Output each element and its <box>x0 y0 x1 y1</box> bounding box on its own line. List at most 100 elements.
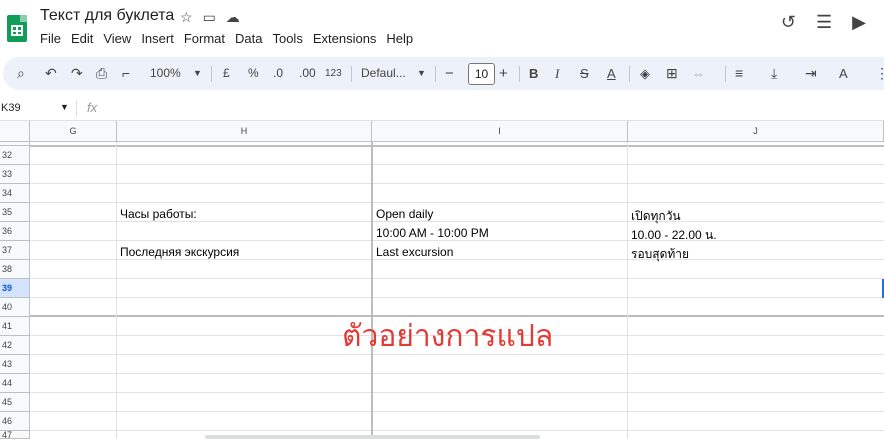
row-header-34[interactable]: 34 <box>0 184 30 203</box>
italic-icon[interactable]: I <box>555 57 559 90</box>
grid-row-34[interactable] <box>30 184 884 203</box>
text-rotation-icon[interactable]: A <box>839 57 848 90</box>
menu-data[interactable]: Data <box>235 31 262 46</box>
cell-j37[interactable]: รอบสุดท้าย <box>631 245 689 264</box>
column-header-g[interactable]: G <box>30 121 117 142</box>
header-right-actions: ↺ ☰ ▶ <box>781 12 866 33</box>
row-header-35[interactable]: 35 <box>0 203 30 222</box>
font-select[interactable]: Defaul... <box>361 57 406 90</box>
row-header-38[interactable]: 38 <box>0 260 30 279</box>
decrease-decimal-button[interactable]: .0 <box>273 57 283 90</box>
row-header-41[interactable]: 41 <box>0 317 30 336</box>
star-icon[interactable]: ☆ <box>180 9 193 26</box>
grid-row-33[interactable] <box>30 165 884 184</box>
meet-icon[interactable]: ▶ <box>852 12 866 33</box>
function-icon: fx <box>87 100 98 115</box>
row-header-44[interactable]: 44 <box>0 374 30 393</box>
menu-format[interactable]: Format <box>184 31 225 46</box>
column-header-h[interactable]: H <box>117 121 372 142</box>
menu-edit[interactable]: Edit <box>71 31 93 46</box>
toolbar-divider <box>435 66 436 82</box>
menu-tools[interactable]: Tools <box>272 31 302 46</box>
menu-insert[interactable]: Insert <box>141 31 174 46</box>
increase-decimal-button[interactable]: .00 <box>299 57 316 90</box>
row-header-43[interactable]: 43 <box>0 355 30 374</box>
vertical-align-icon[interactable]: ⤓ <box>771 57 777 90</box>
grid-row-45[interactable] <box>30 393 884 412</box>
font-size-input[interactable]: 10 <box>468 63 495 85</box>
formula-bar: K39 ▼ fx <box>0 98 884 121</box>
row-header-39[interactable]: 39 <box>0 279 30 298</box>
more-options-icon[interactable]: ⋮ <box>875 57 884 90</box>
print-icon[interactable]: ⎙ <box>96 57 107 90</box>
merge-cells-icon[interactable]: ⇔ <box>692 57 705 90</box>
undo-icon[interactable]: ↶ <box>45 57 57 90</box>
row-header-42[interactable]: 42 <box>0 336 30 355</box>
toolbar-divider <box>629 66 630 82</box>
increase-font-size-icon[interactable]: + <box>499 57 508 90</box>
cell-i35[interactable]: Open daily <box>376 207 433 221</box>
fill-color-icon[interactable]: ◈ <box>640 57 650 90</box>
bold-icon[interactable]: B <box>529 57 538 90</box>
redo-icon[interactable]: ↷ <box>71 57 83 90</box>
grid-row-32[interactable] <box>30 146 884 165</box>
font-dropdown-icon[interactable]: ▼ <box>417 57 426 90</box>
text-color-icon[interactable]: A <box>607 57 616 90</box>
menu-bar: File Edit View Insert Format Data Tools … <box>40 31 413 46</box>
currency-format-button[interactable]: £ <box>223 57 230 90</box>
title-bar: Текст для буклета ☆ ▭ ☁ File Edit View I… <box>0 0 884 54</box>
row-header-32[interactable]: 32 <box>0 146 30 165</box>
toolbar-divider <box>351 66 352 82</box>
cell-h37[interactable]: Последняя экскурсия <box>120 245 239 259</box>
translation-sample-overlay: ตัวอย่างการแปล <box>342 319 554 354</box>
select-all-corner[interactable] <box>0 121 30 142</box>
grid-row-46[interactable] <box>30 412 884 431</box>
menu-extensions[interactable]: Extensions <box>313 31 377 46</box>
paint-format-icon[interactable]: ⌐ <box>122 57 130 90</box>
row-header-47[interactable]: 47 <box>0 431 30 439</box>
search-menus-icon[interactable]: ⌕ <box>17 57 25 90</box>
column-header-j[interactable]: J <box>628 121 884 142</box>
grid-row-39[interactable] <box>30 279 884 298</box>
decrease-font-size-icon[interactable]: − <box>445 57 454 90</box>
menu-help[interactable]: Help <box>386 31 413 46</box>
version-history-icon[interactable]: ↺ <box>781 12 796 33</box>
comments-icon[interactable]: ☰ <box>816 12 832 33</box>
zoom-dropdown-icon[interactable]: ▼ <box>193 57 202 90</box>
horizontal-scrollbar[interactable] <box>205 435 540 439</box>
menu-file[interactable]: File <box>40 31 61 46</box>
cell-i37[interactable]: Last excursion <box>376 245 453 259</box>
column-divider <box>627 142 628 439</box>
move-folder-icon[interactable]: ▭ <box>203 9 216 26</box>
row-header-40[interactable]: 40 <box>0 298 30 317</box>
menu-view[interactable]: View <box>103 31 131 46</box>
row-header-45[interactable]: 45 <box>0 393 30 412</box>
cell-h35[interactable]: Часы работы: <box>120 207 197 221</box>
name-box-dropdown-icon[interactable]: ▼ <box>60 102 69 112</box>
sheets-logo-icon[interactable] <box>7 15 27 42</box>
percent-format-button[interactable]: % <box>248 57 259 90</box>
row-header-37[interactable]: 37 <box>0 241 30 260</box>
grid-row-44[interactable] <box>30 374 884 393</box>
cell-i36[interactable]: 10:00 AM - 10:00 PM <box>376 226 489 240</box>
row-header-36[interactable]: 36 <box>0 222 30 241</box>
section-border <box>30 145 884 147</box>
toolbar-divider <box>519 66 520 82</box>
strikethrough-icon[interactable]: S <box>580 57 589 90</box>
row-header-46[interactable]: 46 <box>0 412 30 431</box>
toolbar-divider <box>211 66 212 82</box>
cell-j36[interactable]: 10.00 - 22.00 น. <box>631 226 717 245</box>
cell-j35[interactable]: เปิดทุกวัน <box>631 207 681 226</box>
text-wrapping-icon[interactable]: ⇥ <box>805 57 817 90</box>
cloud-status-icon[interactable]: ☁ <box>226 9 240 26</box>
borders-icon[interactable]: ⊞ <box>666 57 678 90</box>
horizontal-align-icon[interactable]: ≡ <box>735 57 743 90</box>
column-header-i[interactable]: I <box>372 121 628 142</box>
row-header-33[interactable]: 33 <box>0 165 30 184</box>
zoom-select[interactable]: 100% <box>150 57 181 90</box>
name-box[interactable]: K39 <box>1 102 21 114</box>
document-title[interactable]: Текст для буклета <box>40 7 174 25</box>
number-format-button[interactable]: 123 <box>325 57 342 90</box>
column-divider <box>371 142 373 439</box>
grid-row-38[interactable] <box>30 260 884 279</box>
